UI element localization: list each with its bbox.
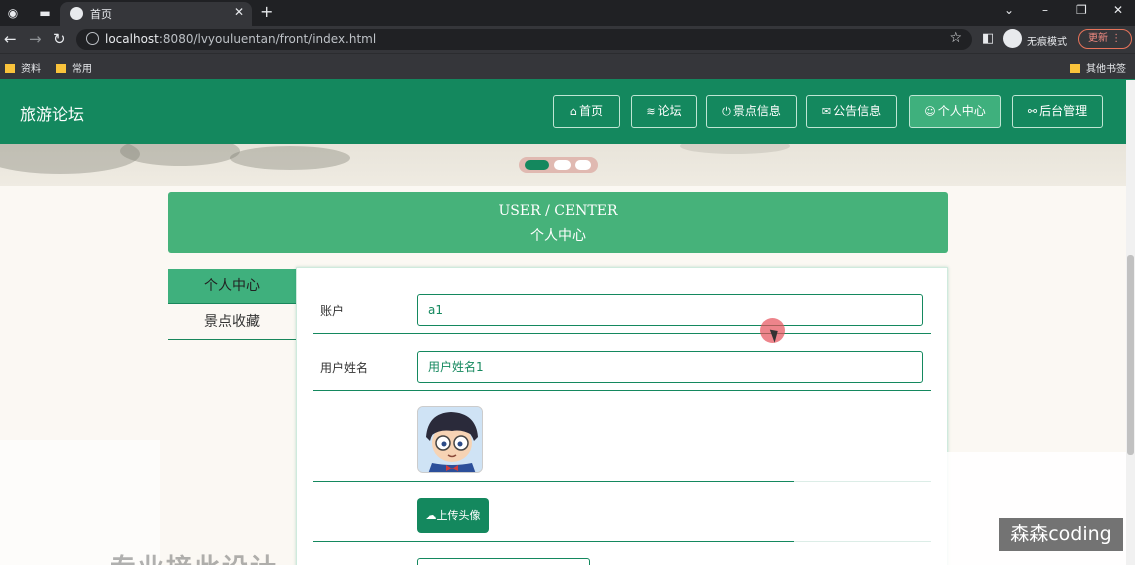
incognito-icon[interactable]	[1003, 29, 1022, 48]
scrollbar-thumb[interactable]	[1127, 255, 1134, 455]
username-input[interactable]: 用户姓名1	[417, 351, 923, 383]
folder-icon	[1070, 64, 1080, 73]
nav-attractions[interactable]: ⏻ 景点信息	[706, 95, 797, 128]
side-menu-user-center[interactable]: 个人中心	[168, 269, 296, 304]
carousel-dot[interactable]	[554, 160, 571, 170]
title-zh: 个人中心	[530, 228, 586, 244]
tab-title: 首页	[90, 8, 112, 21]
row-divider	[313, 390, 931, 391]
nav-label: 景点信息	[732, 104, 781, 118]
update-button[interactable]: 更新 ⋮	[1078, 29, 1132, 49]
carousel-indicators	[519, 157, 598, 173]
new-tab-icon[interactable]: +	[260, 2, 273, 21]
video-caption-text: 专业接此设计	[110, 548, 278, 565]
user-icon: ☺	[924, 105, 936, 118]
avatar[interactable]	[417, 406, 483, 473]
link-icon: ⚯	[1027, 105, 1038, 118]
browser-tab-active[interactable]: 首页 ✕	[60, 2, 252, 26]
carousel-dot[interactable]	[575, 160, 591, 170]
side-panel-icon[interactable]: ◧	[982, 31, 994, 46]
bookmark-folder-changyong[interactable]: 常用	[56, 60, 92, 75]
update-label: 更新	[1088, 33, 1108, 44]
nav-label: 后台管理	[1039, 104, 1088, 118]
site-header: 旅游论坛 ⌂ 首页 ≋ 论坛 ⏻ 景点信息 ✉ 公告信息 ☺ 个人中心 ⚯ 后台管理	[0, 79, 1135, 144]
banner-cloud	[230, 146, 350, 170]
banner-cloud	[680, 144, 790, 154]
account-label: 账户	[320, 304, 345, 318]
browser-tab-strip: ◉ ▬ 首页 ✕ + ⌄ – ❐ ✕	[0, 0, 1135, 26]
nav-user-center[interactable]: ☺ 个人中心	[909, 95, 1001, 128]
close-window-icon[interactable]: ✕	[1113, 3, 1123, 17]
folder-icon	[56, 64, 66, 73]
nav-label: 公告信息	[833, 104, 882, 118]
nav-label: 首页	[578, 104, 603, 118]
side-menu-favorites[interactable]: 景点收藏	[168, 305, 296, 340]
power-icon: ⏻	[722, 105, 731, 118]
banner-carousel	[0, 144, 1135, 186]
page-scrollbar[interactable]	[1126, 80, 1135, 565]
carousel-dot-active[interactable]	[525, 160, 549, 170]
nav-forum[interactable]: ≋ 论坛	[631, 95, 697, 128]
restore-icon[interactable]: ❐	[1076, 3, 1087, 17]
url-path: :8080/lvyouluentan/front/index.html	[158, 32, 377, 46]
tab-search-icon[interactable]: ▬	[36, 4, 54, 22]
bookmark-label: 常用	[72, 64, 92, 75]
forward-icon[interactable]: →	[29, 30, 42, 48]
username-label: 用户姓名	[320, 361, 369, 375]
folder-icon	[5, 64, 15, 73]
bookmark-star-icon[interactable]: ☆	[949, 30, 962, 46]
mail-icon: ✉	[821, 105, 832, 118]
layers-icon: ≋	[646, 105, 656, 118]
banner-cloud	[0, 144, 140, 174]
upload-label: 上传头像	[436, 509, 481, 522]
browser-menu-icon[interactable]: ◉	[4, 4, 22, 22]
info-icon[interactable]	[86, 32, 99, 45]
chevron-down-icon[interactable]: ⌄	[1004, 3, 1014, 17]
bookmark-label: 其他书签	[1086, 64, 1126, 75]
upload-avatar-button[interactable]: ☁上传头像	[417, 498, 489, 533]
incognito-label: 无痕模式	[1027, 37, 1067, 48]
globe-icon	[70, 7, 83, 20]
cloud-upload-icon: ☁	[425, 509, 437, 522]
url-host: localhost	[105, 32, 159, 46]
nav-label: 论坛	[657, 104, 682, 118]
bookmark-folder-ziliao[interactable]: 资料	[5, 60, 41, 75]
video-fade-overlay	[0, 440, 160, 565]
browser-toolbar: ← → ↻ localhost:8080/lvyouluentan/front/…	[0, 26, 1135, 53]
close-tab-icon[interactable]: ✕	[234, 5, 244, 19]
back-icon[interactable]: ←	[4, 30, 17, 48]
nav-label: 个人中心	[937, 104, 986, 118]
bookmark-folder-other[interactable]: 其他书签	[1070, 60, 1126, 75]
next-field-input[interactable]	[417, 558, 590, 565]
reload-icon[interactable]: ↻	[53, 30, 66, 48]
row-divider	[313, 333, 931, 334]
bookmarks-bar: 资料 常用 其他书签	[0, 53, 1135, 79]
watermark: 森森coding	[999, 518, 1123, 551]
site-brand[interactable]: 旅游论坛	[20, 101, 84, 125]
user-center-title: USER / CENTER 个人中心	[168, 192, 948, 253]
home-icon: ⌂	[570, 105, 577, 118]
nav-admin[interactable]: ⚯ 后台管理	[1012, 95, 1103, 128]
nav-announcements[interactable]: ✉ 公告信息	[806, 95, 897, 128]
banner-cloud	[120, 144, 240, 166]
address-bar[interactable]: localhost:8080/lvyouluentan/front/index.…	[76, 29, 972, 50]
bookmark-label: 资料	[21, 64, 41, 75]
nav-home[interactable]: ⌂ 首页	[553, 95, 620, 128]
title-en: USER / CENTER	[498, 203, 618, 219]
minimize-icon[interactable]: –	[1042, 3, 1048, 17]
account-input[interactable]: a1	[417, 294, 923, 326]
